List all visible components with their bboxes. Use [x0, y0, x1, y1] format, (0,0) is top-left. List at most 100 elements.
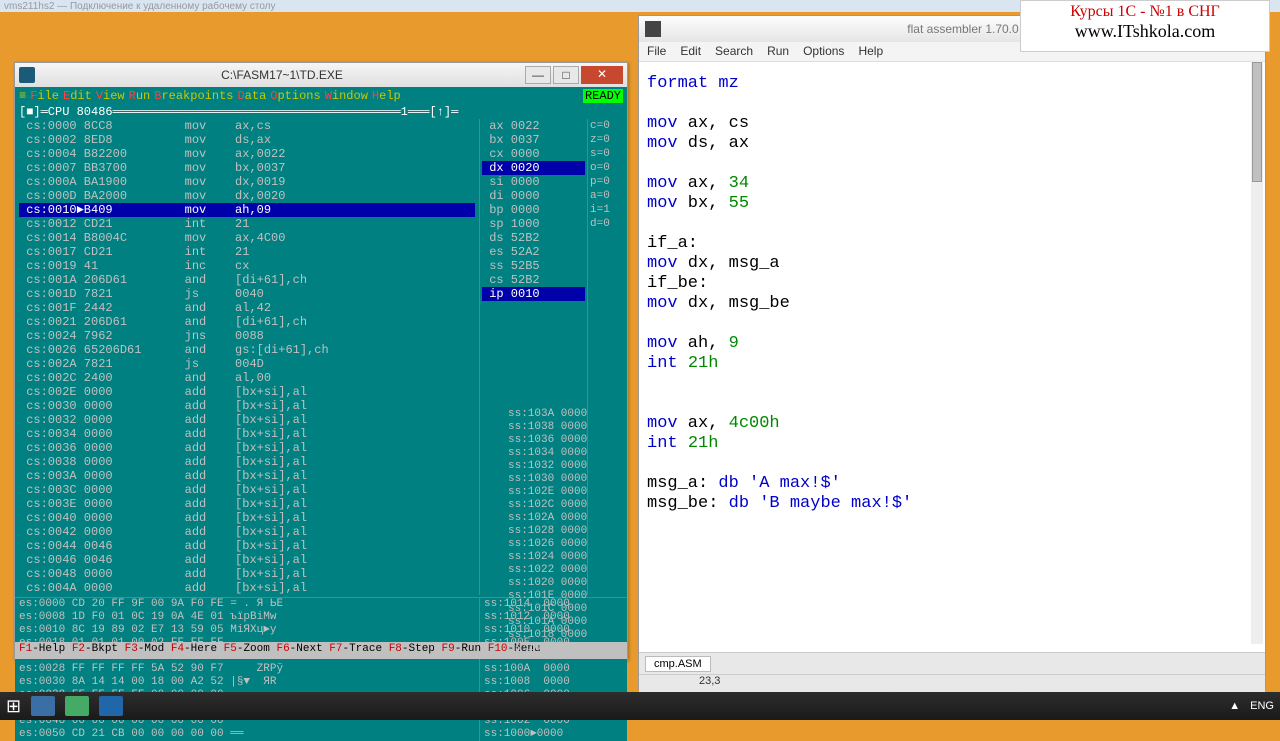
taskbar-icon[interactable]: [65, 696, 89, 716]
minimize-button[interactable]: —: [525, 66, 551, 84]
disasm-line[interactable]: cs:001A 206D61 and [di+61],ch: [19, 273, 475, 287]
stack-line[interactable]: ss:101A 0000: [508, 616, 616, 629]
disasm-line[interactable]: cs:002C 2400 and al,00: [19, 371, 475, 385]
stack-line[interactable]: ss:1028 0000: [508, 525, 616, 538]
disasm-line[interactable]: cs:000D BA2000 mov dx,0020: [19, 189, 475, 203]
code-line[interactable]: mov bx, 55: [647, 194, 1257, 214]
disasm-line[interactable]: cs:0046 0046 add [bx+si],al: [19, 553, 475, 567]
stack-line[interactable]: ss:102C 0000: [508, 499, 616, 512]
dump-stack-line[interactable]: ss:1008 0000: [484, 676, 599, 689]
register-line[interactable]: bp 0000: [482, 203, 585, 217]
stack-line[interactable]: ss:1016 0000: [508, 642, 616, 655]
taskbar-icon[interactable]: [31, 696, 55, 716]
lang-indicator[interactable]: ENG: [1250, 700, 1274, 712]
stack-line[interactable]: ss:1032 0000: [508, 460, 616, 473]
dump-line[interactable]: es:0008 1D F0 01 0C 19 0A 4E 01 ъїрВiМw: [19, 611, 479, 624]
disasm-line[interactable]: cs:0048 0000 add [bx+si],al: [19, 567, 475, 581]
td-menu-item[interactable]: Window: [325, 89, 368, 103]
code-line[interactable]: msg_a: db 'A max!$': [647, 474, 1257, 494]
code-line[interactable]: msg_be: db 'B maybe max!$': [647, 494, 1257, 514]
disasm-line[interactable]: cs:0042 0000 add [bx+si],al: [19, 525, 475, 539]
disasm-line[interactable]: cs:0044 0046 add [bx+si],al: [19, 539, 475, 553]
stack-line[interactable]: ss:102E 0000: [508, 486, 616, 499]
dump-line[interactable]: es:0050 CD 21 CB 00 00 00 00 00 ══: [19, 728, 479, 741]
register-line[interactable]: cs 52B2: [482, 273, 585, 287]
register-line[interactable]: bx 0037: [482, 133, 585, 147]
td-menu-item[interactable]: Run: [129, 89, 151, 103]
disasm-line[interactable]: cs:0026 65206D61 and gs:[di+61],ch: [19, 343, 475, 357]
td-menu-item[interactable]: Options: [270, 89, 320, 103]
register-line[interactable]: ss 52B5: [482, 259, 585, 273]
fasm-menu-item[interactable]: Help: [858, 44, 883, 59]
td-menu-item[interactable]: File: [30, 89, 59, 103]
code-line[interactable]: if_be:: [647, 274, 1257, 294]
code-line[interactable]: [647, 454, 1257, 474]
stack-line[interactable]: ss:101E 0000: [508, 590, 616, 603]
disasm-line[interactable]: cs:0007 BB3700 mov bx,0037: [19, 161, 475, 175]
code-line[interactable]: format mz: [647, 74, 1257, 94]
code-line[interactable]: int 21h: [647, 354, 1257, 374]
dump-stack-line[interactable]: ss:1000►0000: [484, 728, 599, 741]
code-line[interactable]: mov ds, ax: [647, 134, 1257, 154]
disasm-line[interactable]: cs:0036 0000 add [bx+si],al: [19, 441, 475, 455]
register-line[interactable]: si 0000: [482, 175, 585, 189]
td-menu[interactable]: ≡ File Edit View Run Breakpoints Data Op…: [15, 87, 627, 105]
fasm-menu-item[interactable]: Run: [767, 44, 789, 59]
disasm-line[interactable]: cs:001F 2442 and al,42: [19, 301, 475, 315]
disasm-line[interactable]: cs:0010►B409 mov ah,09: [19, 203, 475, 217]
disasm-line[interactable]: cs:0032 0000 add [bx+si],al: [19, 413, 475, 427]
stack-line[interactable]: ss:1026 0000: [508, 538, 616, 551]
disasm-line[interactable]: cs:0012 CD21 int 21: [19, 217, 475, 231]
dump-line[interactable]: es:0028 FF FF FF FF 5A 52 90 F7 ZRРў: [19, 663, 479, 676]
code-line[interactable]: [647, 374, 1257, 394]
td-titlebar[interactable]: C:\FASM17~1\TD.EXE — □ ✕: [15, 63, 627, 87]
tab-cmp-asm[interactable]: cmp.ASM: [645, 656, 711, 672]
disasm-line[interactable]: cs:0000 8CC8 mov ax,cs: [19, 119, 475, 133]
disasm-line[interactable]: cs:0014 B8004C mov ax,4C00: [19, 231, 475, 245]
td-menu-item[interactable]: Breakpoints: [154, 89, 233, 103]
maximize-button[interactable]: □: [553, 66, 579, 84]
code-line[interactable]: mov dx, msg_a: [647, 254, 1257, 274]
disasm-line[interactable]: cs:0030 0000 add [bx+si],al: [19, 399, 475, 413]
register-line[interactable]: di 0000: [482, 189, 585, 203]
disasm-line[interactable]: cs:0017 CD21 int 21: [19, 245, 475, 259]
scrollbar[interactable]: [1251, 60, 1263, 644]
stack-line[interactable]: ss:1030 0000: [508, 473, 616, 486]
code-line[interactable]: mov ah, 9: [647, 334, 1257, 354]
register-line[interactable]: sp 1000: [482, 217, 585, 231]
stack-line[interactable]: ss:1024 0000: [508, 551, 616, 564]
disasm-line[interactable]: cs:002E 0000 add [bx+si],al: [19, 385, 475, 399]
disassembly-panel[interactable]: cs:0000 8CC8 mov ax,cs cs:0002 8ED8 mov …: [15, 119, 479, 595]
dump-line[interactable]: es:0030 8A 14 14 00 18 00 A2 52 |§▼ ЯR: [19, 676, 479, 689]
code-line[interactable]: int 21h: [647, 434, 1257, 454]
fasm-menu-item[interactable]: Search: [715, 44, 753, 59]
dump-line[interactable]: es:0000 CD 20 FF 9F 00 9A F0 FE = . Я ЬЕ: [19, 598, 479, 611]
stack-line[interactable]: ss:101C 0000: [508, 603, 616, 616]
taskbar-icon[interactable]: [99, 696, 123, 716]
code-line[interactable]: mov ax, cs: [647, 114, 1257, 134]
fasm-menu-item[interactable]: Edit: [680, 44, 701, 59]
stack-line[interactable]: ss:1022 0000: [508, 564, 616, 577]
code-line[interactable]: mov dx, msg_be: [647, 294, 1257, 314]
stack-line[interactable]: ss:1036 0000: [508, 434, 616, 447]
stack-line[interactable]: ss:102A 0000: [508, 512, 616, 525]
disasm-line[interactable]: cs:004A 0000 add [bx+si],al: [19, 581, 475, 595]
td-menu-item[interactable]: Data: [237, 89, 266, 103]
stack-line[interactable]: ss:1034 0000: [508, 447, 616, 460]
start-button[interactable]: ⊞: [6, 696, 21, 717]
code-line[interactable]: [647, 394, 1257, 414]
code-line[interactable]: [647, 94, 1257, 114]
disasm-line[interactable]: cs:0021 206D61 and [di+61],ch: [19, 315, 475, 329]
register-line[interactable]: ax 0022: [482, 119, 585, 133]
code-line[interactable]: [647, 314, 1257, 334]
tray-icon[interactable]: ▲: [1229, 700, 1240, 712]
td-menu-item[interactable]: Edit: [63, 89, 92, 103]
code-line[interactable]: [647, 214, 1257, 234]
stack-line[interactable]: ss:103A 0000: [508, 408, 616, 421]
td-menu-item[interactable]: ≡: [19, 89, 26, 103]
stack-line[interactable]: ss:1018 0000: [508, 629, 616, 642]
code-line[interactable]: [647, 154, 1257, 174]
disasm-line[interactable]: cs:003E 0000 add [bx+si],al: [19, 497, 475, 511]
register-line[interactable]: ds 52B2: [482, 231, 585, 245]
disasm-line[interactable]: cs:0002 8ED8 mov ds,ax: [19, 133, 475, 147]
